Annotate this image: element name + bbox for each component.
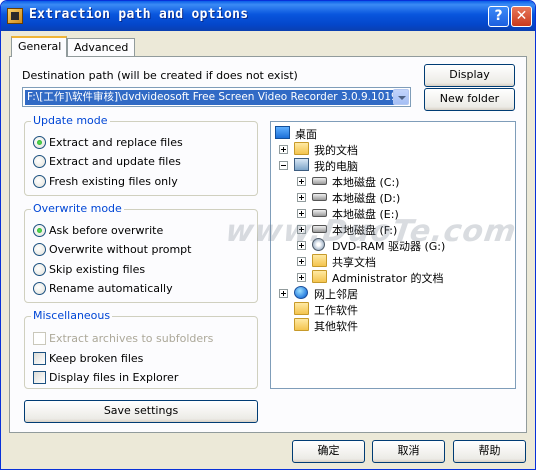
update-mode-group: Update mode Extract and replace files Ex…: [24, 114, 258, 196]
expand-icon[interactable]: [297, 257, 306, 266]
network-icon: [294, 286, 308, 299]
drive-icon: [312, 177, 327, 185]
watermark: www.DuoTe.com: [223, 214, 519, 249]
destination-path-value: F:\[工作]\软件审核]\dvdvideosoft Free Screen V…: [25, 90, 400, 105]
archive-icon: [7, 8, 23, 24]
drive-icon: [312, 193, 327, 201]
option-label: Extract archives to subfolders: [49, 332, 214, 345]
tree-node-label: 我的文档: [314, 144, 358, 157]
destination-label: Destination path (will be created if doe…: [22, 69, 298, 82]
expand-icon[interactable]: [279, 289, 288, 298]
radio-button[interactable]: [33, 136, 46, 149]
desktop-icon: [275, 126, 290, 139]
miscellaneous-group: Miscellaneous Extract archives to subfol…: [24, 309, 258, 389]
checkbox[interactable]: [33, 352, 46, 365]
folder-icon: [294, 142, 309, 155]
help-button[interactable]: 帮助: [453, 440, 526, 463]
collapse-icon[interactable]: [279, 161, 288, 170]
tree-node-label: Administrator 的文档: [332, 272, 444, 285]
destination-path-combo[interactable]: F:\[工作]\软件审核]\dvdvideosoft Free Screen V…: [22, 87, 411, 107]
new-folder-button[interactable]: New folder: [424, 88, 515, 111]
ok-button[interactable]: 确定: [292, 440, 365, 463]
radio-button[interactable]: [33, 175, 46, 188]
window-title: Extraction path and options: [29, 7, 249, 22]
radio-button[interactable]: [33, 155, 46, 168]
option-label: Overwrite without prompt: [49, 243, 192, 256]
save-settings-button[interactable]: Save settings: [24, 400, 258, 423]
extraction-dialog: Extraction path and options ? ✕ General …: [0, 0, 536, 470]
option-label: Rename automatically: [49, 282, 173, 295]
tree-node-label: 本地磁盘 (C:): [332, 176, 400, 189]
folder-icon: [294, 302, 309, 315]
expand-icon[interactable]: [297, 177, 306, 186]
radio-button[interactable]: [33, 282, 46, 295]
cancel-button[interactable]: 取消: [372, 440, 445, 463]
tree-node-label: 我的电脑: [314, 160, 358, 173]
option-label: Ask before overwrite: [49, 224, 164, 237]
expand-icon[interactable]: [297, 193, 306, 202]
overwrite-mode-title: Overwrite mode: [31, 202, 124, 215]
computer-icon: [294, 158, 309, 171]
folder-icon: [294, 318, 309, 331]
option-label: Fresh existing files only: [49, 175, 178, 188]
expand-icon[interactable]: [297, 273, 306, 282]
tab-general[interactable]: General: [11, 36, 67, 57]
radio-button[interactable]: [33, 243, 46, 256]
miscellaneous-title: Miscellaneous: [31, 309, 113, 322]
folder-icon: [312, 254, 327, 267]
checkbox[interactable]: [33, 371, 46, 384]
update-mode-title: Update mode: [31, 114, 110, 127]
option-label: Display files in Explorer: [49, 371, 179, 384]
radio-button[interactable]: [33, 224, 46, 237]
tree-node-label: 工作软件: [314, 304, 358, 317]
option-label: Skip existing files: [49, 263, 146, 276]
tab-advanced[interactable]: Advanced: [67, 38, 135, 56]
expand-icon[interactable]: [279, 145, 288, 154]
tree-node-label: 本地磁盘 (D:): [332, 192, 401, 205]
title-bar: Extraction path and options ? ✕: [1, 1, 535, 31]
checkbox: [33, 332, 46, 345]
chevron-down-icon[interactable]: [393, 89, 409, 105]
tree-node-label: 共享文档: [332, 256, 376, 269]
display-button[interactable]: Display: [424, 64, 515, 87]
folder-icon: [312, 270, 327, 283]
option-label: Extract and replace files: [49, 136, 183, 149]
close-button[interactable]: ✕: [511, 6, 532, 27]
tree-node-label: 桌面: [295, 128, 317, 141]
tree-node-label: 网上邻居: [314, 288, 358, 301]
overwrite-mode-group: Overwrite mode Ask before overwrite Over…: [24, 202, 258, 303]
option-label: Keep broken files: [49, 352, 144, 365]
radio-button[interactable]: [33, 263, 46, 276]
folder-tree[interactable]: 桌面 我的文档 我的电脑 本地磁盘 (C:) 本地磁盘 (D:) 本地磁盘 (E…: [270, 121, 516, 389]
help-title-button[interactable]: ?: [488, 6, 509, 27]
option-label: Extract and update files: [49, 155, 181, 168]
tree-node-label: 其他软件: [314, 320, 358, 333]
